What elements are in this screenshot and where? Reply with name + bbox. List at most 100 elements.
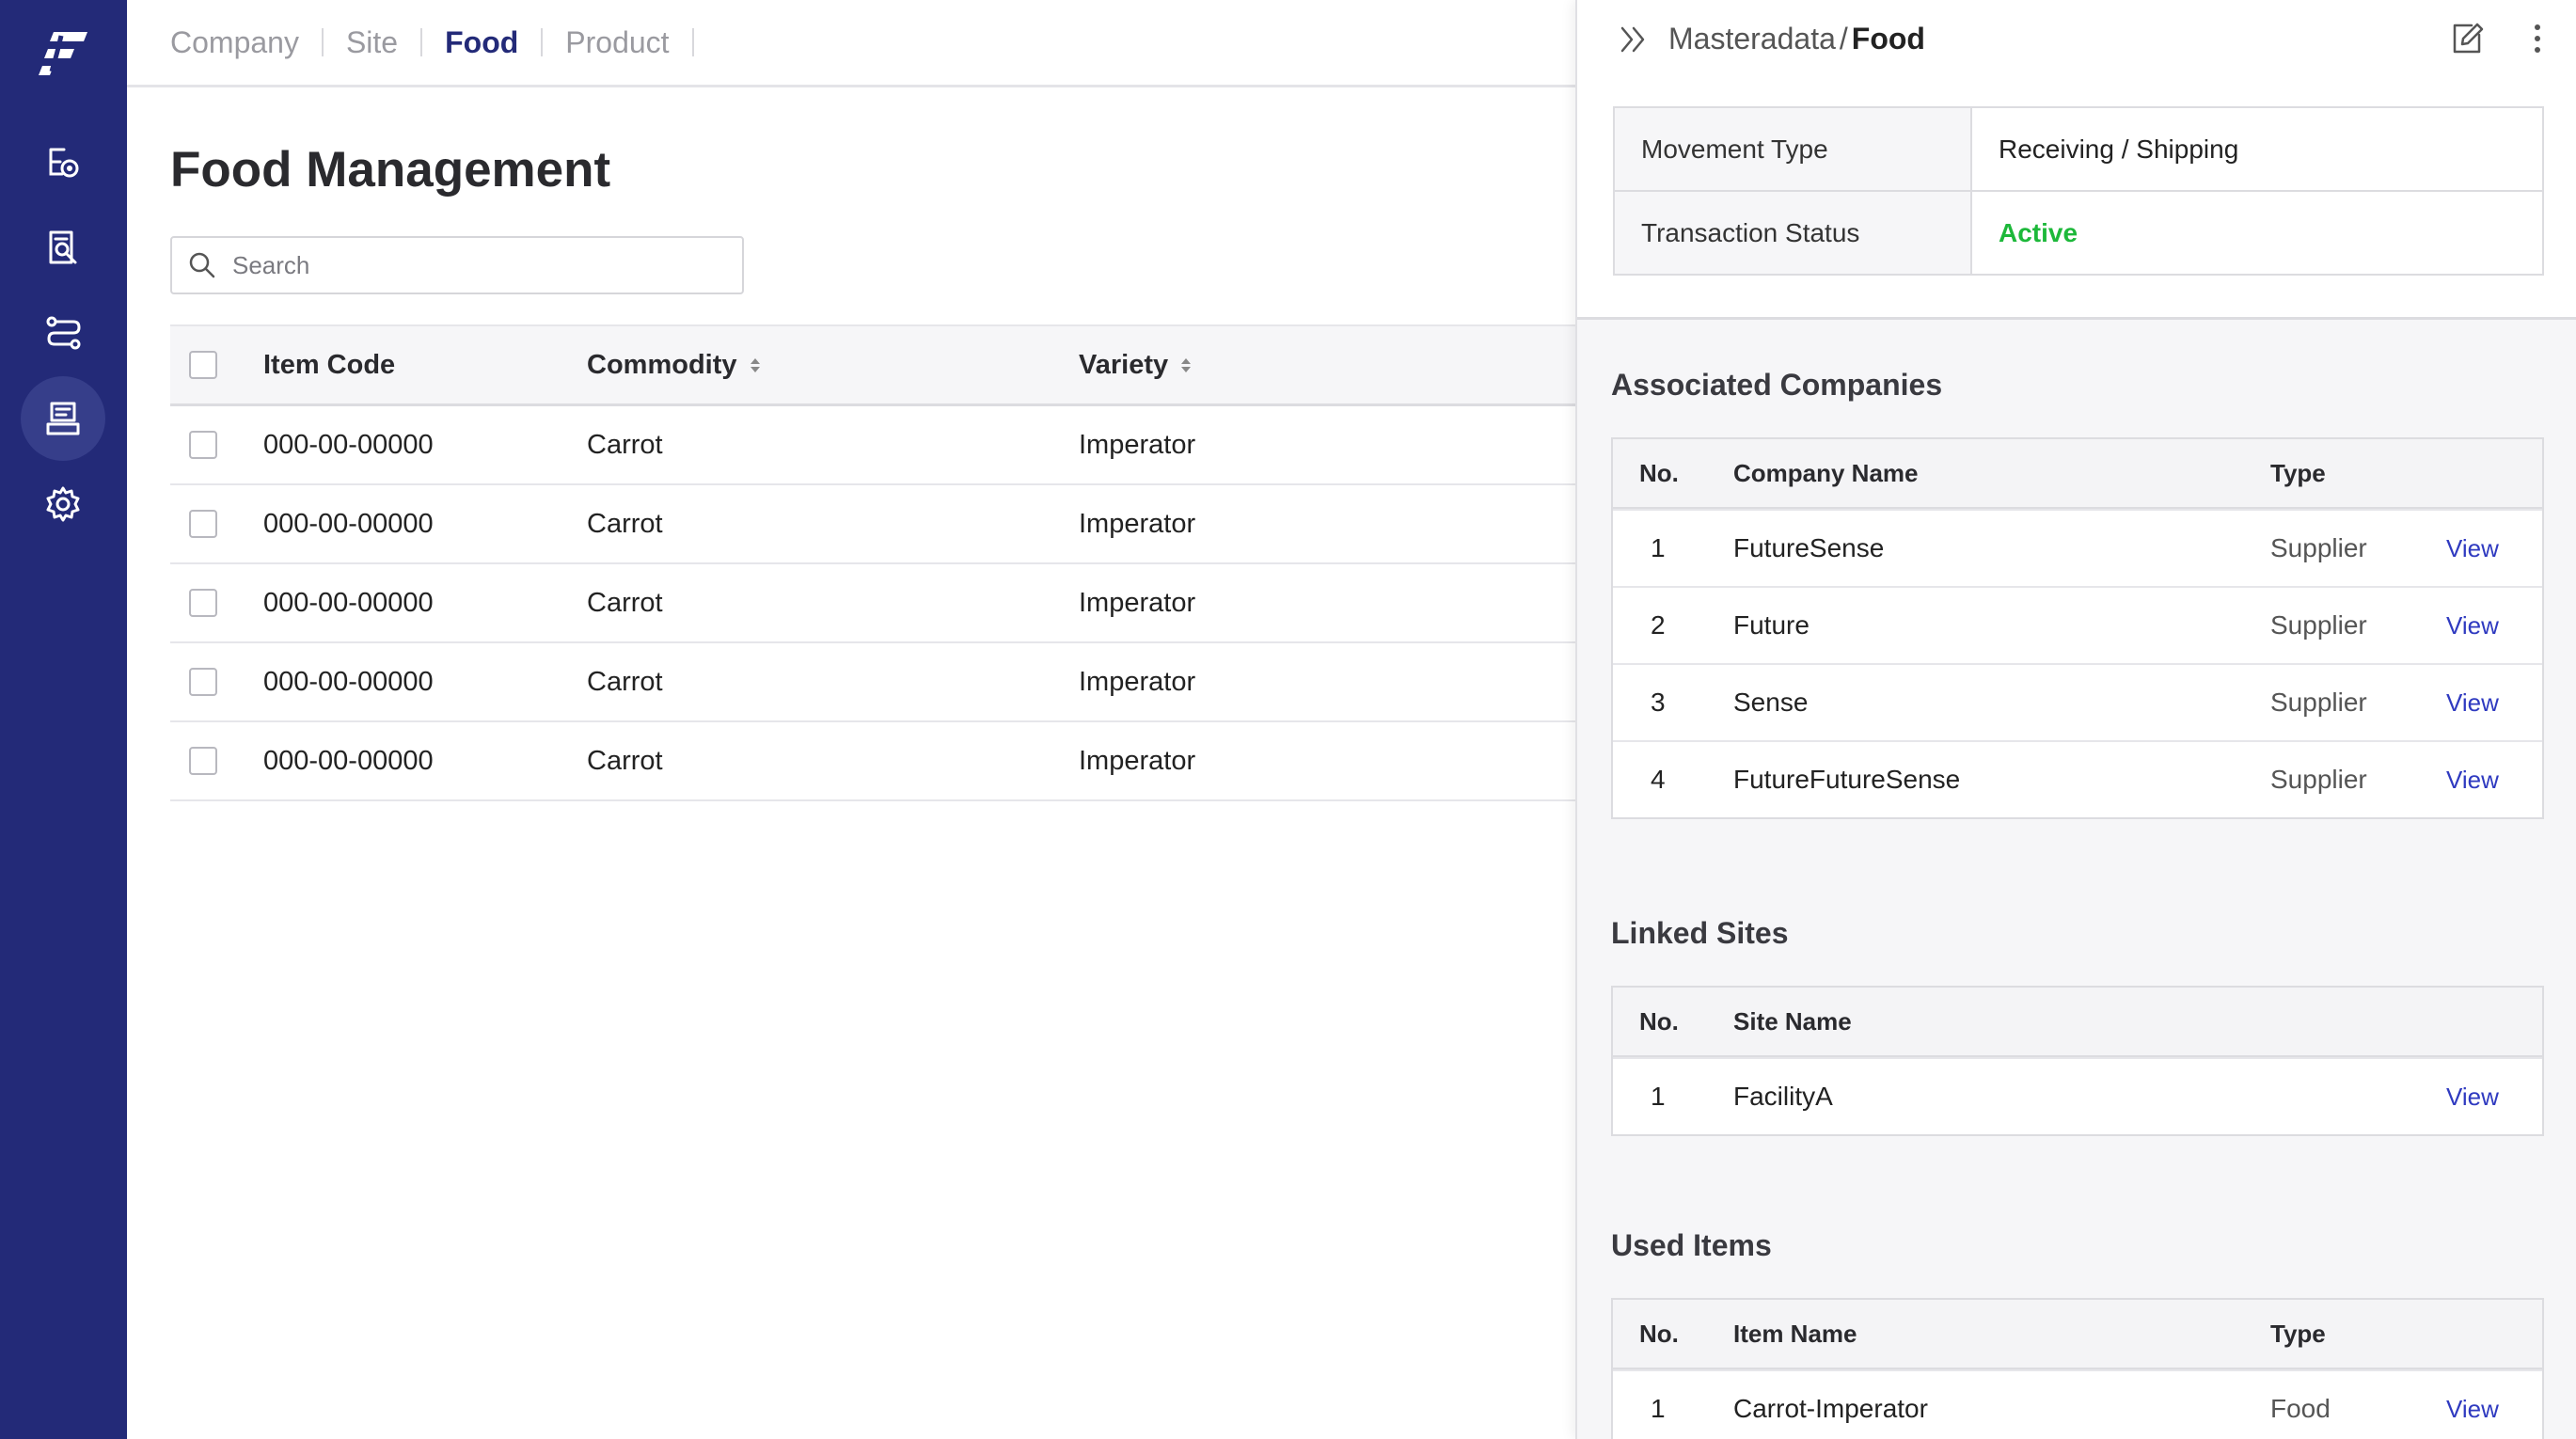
column-header-no: No. (1639, 1319, 1679, 1348)
item-name-cell: Carrot-Imperator (1733, 1394, 1928, 1423)
tab-divider (541, 28, 544, 56)
table-row: 1 FacilityA View (1613, 1057, 2542, 1134)
type-cell: Supplier (2270, 765, 2367, 794)
type-cell: Food (2270, 1394, 2331, 1423)
table-row[interactable]: 000-00-00000 Carrot Imperator (170, 643, 1575, 722)
tab-site[interactable]: Site (346, 25, 398, 60)
masterdata-icon (46, 402, 80, 435)
row-checkbox[interactable] (189, 589, 217, 617)
table-row[interactable]: 000-00-00000 Carrot Imperator (170, 485, 1575, 564)
column-header-no: No. (1639, 1006, 1679, 1036)
item-code-cell: 000-00-00000 (263, 666, 434, 697)
tab-company[interactable]: Company (170, 25, 299, 60)
row-checkbox[interactable] (189, 668, 217, 696)
row-checkbox[interactable] (189, 510, 217, 538)
tab-divider (321, 28, 324, 56)
panel-header: Masteradata / Food (1577, 0, 2576, 78)
sidebar (0, 0, 127, 1439)
table-row: 1 Carrot-Imperator Food View (1613, 1369, 2542, 1439)
commodity-cell: Carrot (587, 666, 663, 697)
search-box[interactable] (170, 236, 744, 294)
commodity-cell: Carrot (587, 587, 663, 618)
item-code-cell: 000-00-00000 (263, 508, 434, 539)
workflow-icon (49, 148, 79, 178)
status-value: Active (1972, 192, 2542, 274)
column-header-item-code[interactable]: Item Code (263, 326, 395, 403)
detail-label: Movement Type (1615, 108, 1972, 190)
view-link[interactable]: View (2446, 588, 2499, 663)
table-row: 2 Future Supplier View (1613, 586, 2542, 663)
row-number: 3 (1651, 688, 1666, 717)
breadcrumb-current: Food (1851, 22, 1925, 55)
variety-cell: Imperator (1079, 508, 1196, 539)
column-header-commodity[interactable]: Commodity (587, 326, 760, 403)
section-title-linked-sites: Linked Sites (1611, 916, 1789, 950)
more-options-icon[interactable] (2518, 19, 2557, 58)
table-header: No. Site Name (1613, 988, 2542, 1057)
company-name-cell: Future (1733, 610, 1810, 640)
tab-food[interactable]: Food (445, 25, 518, 60)
top-nav: Company Site Food Product (127, 0, 1575, 87)
variety-cell: Imperator (1079, 666, 1196, 697)
section-title-used-items: Used Items (1611, 1228, 1772, 1262)
item-code-cell: 000-00-00000 (263, 745, 434, 776)
table-header: No. Company Name Type (1613, 439, 2542, 509)
commodity-cell: Carrot (587, 508, 663, 539)
view-link[interactable]: View (2446, 511, 2499, 586)
commodity-cell: Carrot (587, 429, 663, 460)
table-row: 1 FutureSense Supplier View (1613, 509, 2542, 586)
site-name-cell: FacilityA (1733, 1082, 1833, 1111)
table-row[interactable]: 000-00-00000 Carrot Imperator (170, 564, 1575, 643)
row-number: 1 (1651, 1394, 1666, 1423)
company-name-cell: FutureFutureSense (1733, 765, 1961, 794)
detail-value: Receiving / Shipping (1972, 108, 2542, 190)
gear-icon (46, 486, 80, 522)
row-checkbox[interactable] (189, 431, 217, 459)
linked-sites-table: No. Site Name 1 FacilityA View (1611, 986, 2544, 1136)
view-link[interactable]: View (2446, 1371, 2499, 1439)
detail-row: Transaction Status Active (1615, 190, 2542, 274)
breadcrumb-parent[interactable]: Masteradata (1668, 22, 1836, 56)
app-logo[interactable] (33, 24, 91, 83)
tab-product[interactable]: Product (565, 25, 669, 60)
sidebar-item-settings[interactable] (21, 462, 105, 546)
tab-divider (691, 28, 694, 56)
row-checkbox[interactable] (189, 747, 217, 775)
section-title-associated-companies: Associated Companies (1611, 368, 1943, 402)
row-number: 4 (1651, 765, 1666, 794)
table-header: Item Code Commodity Variety (170, 324, 1575, 406)
used-items-table: No. Item Name Type 1 Carrot-Imperator Fo… (1611, 1298, 2544, 1439)
sort-icon[interactable] (750, 357, 760, 372)
edit-icon[interactable] (2447, 19, 2487, 58)
table-row[interactable]: 000-00-00000 Carrot Imperator (170, 722, 1575, 801)
detail-panel: Masteradata / Food Movement Type Receivi… (1575, 0, 2576, 1439)
column-header-company-name: Company Name (1733, 458, 1919, 487)
item-code-cell: 000-00-00000 (263, 587, 434, 618)
column-header-variety[interactable]: Variety (1079, 326, 1192, 403)
row-number: 1 (1651, 533, 1666, 562)
tab-divider (420, 28, 423, 56)
sidebar-item-masterdata[interactable] (21, 376, 105, 461)
sidebar-item-documents[interactable] (21, 205, 105, 290)
select-all-checkbox[interactable] (189, 351, 217, 379)
sidebar-item-routes[interactable] (21, 291, 105, 375)
detail-label: Transaction Status (1615, 192, 1972, 274)
company-name-cell: FutureSense (1733, 533, 1885, 562)
column-header-item-name: Item Name (1733, 1319, 1857, 1348)
search-input[interactable] (232, 250, 721, 280)
sidebar-item-workflow[interactable] (21, 119, 105, 204)
table-header: No. Item Name Type (1613, 1300, 2542, 1369)
collapse-panel-icon[interactable] (1615, 21, 1652, 58)
search-icon (189, 252, 215, 278)
view-link[interactable]: View (2446, 665, 2499, 740)
table-row[interactable]: 000-00-00000 Carrot Imperator (170, 406, 1575, 485)
detail-table: Movement Type Receiving / Shipping Trans… (1613, 106, 2544, 276)
variety-cell: Imperator (1079, 429, 1196, 460)
page-title: Food Management (170, 142, 611, 198)
row-number: 1 (1651, 1082, 1666, 1111)
breadcrumb-separator: / (1839, 22, 1848, 55)
column-header-type: Type (2270, 1319, 2326, 1348)
sort-icon[interactable] (1181, 357, 1192, 372)
view-link[interactable]: View (2446, 742, 2499, 817)
view-link[interactable]: View (2446, 1059, 2499, 1134)
